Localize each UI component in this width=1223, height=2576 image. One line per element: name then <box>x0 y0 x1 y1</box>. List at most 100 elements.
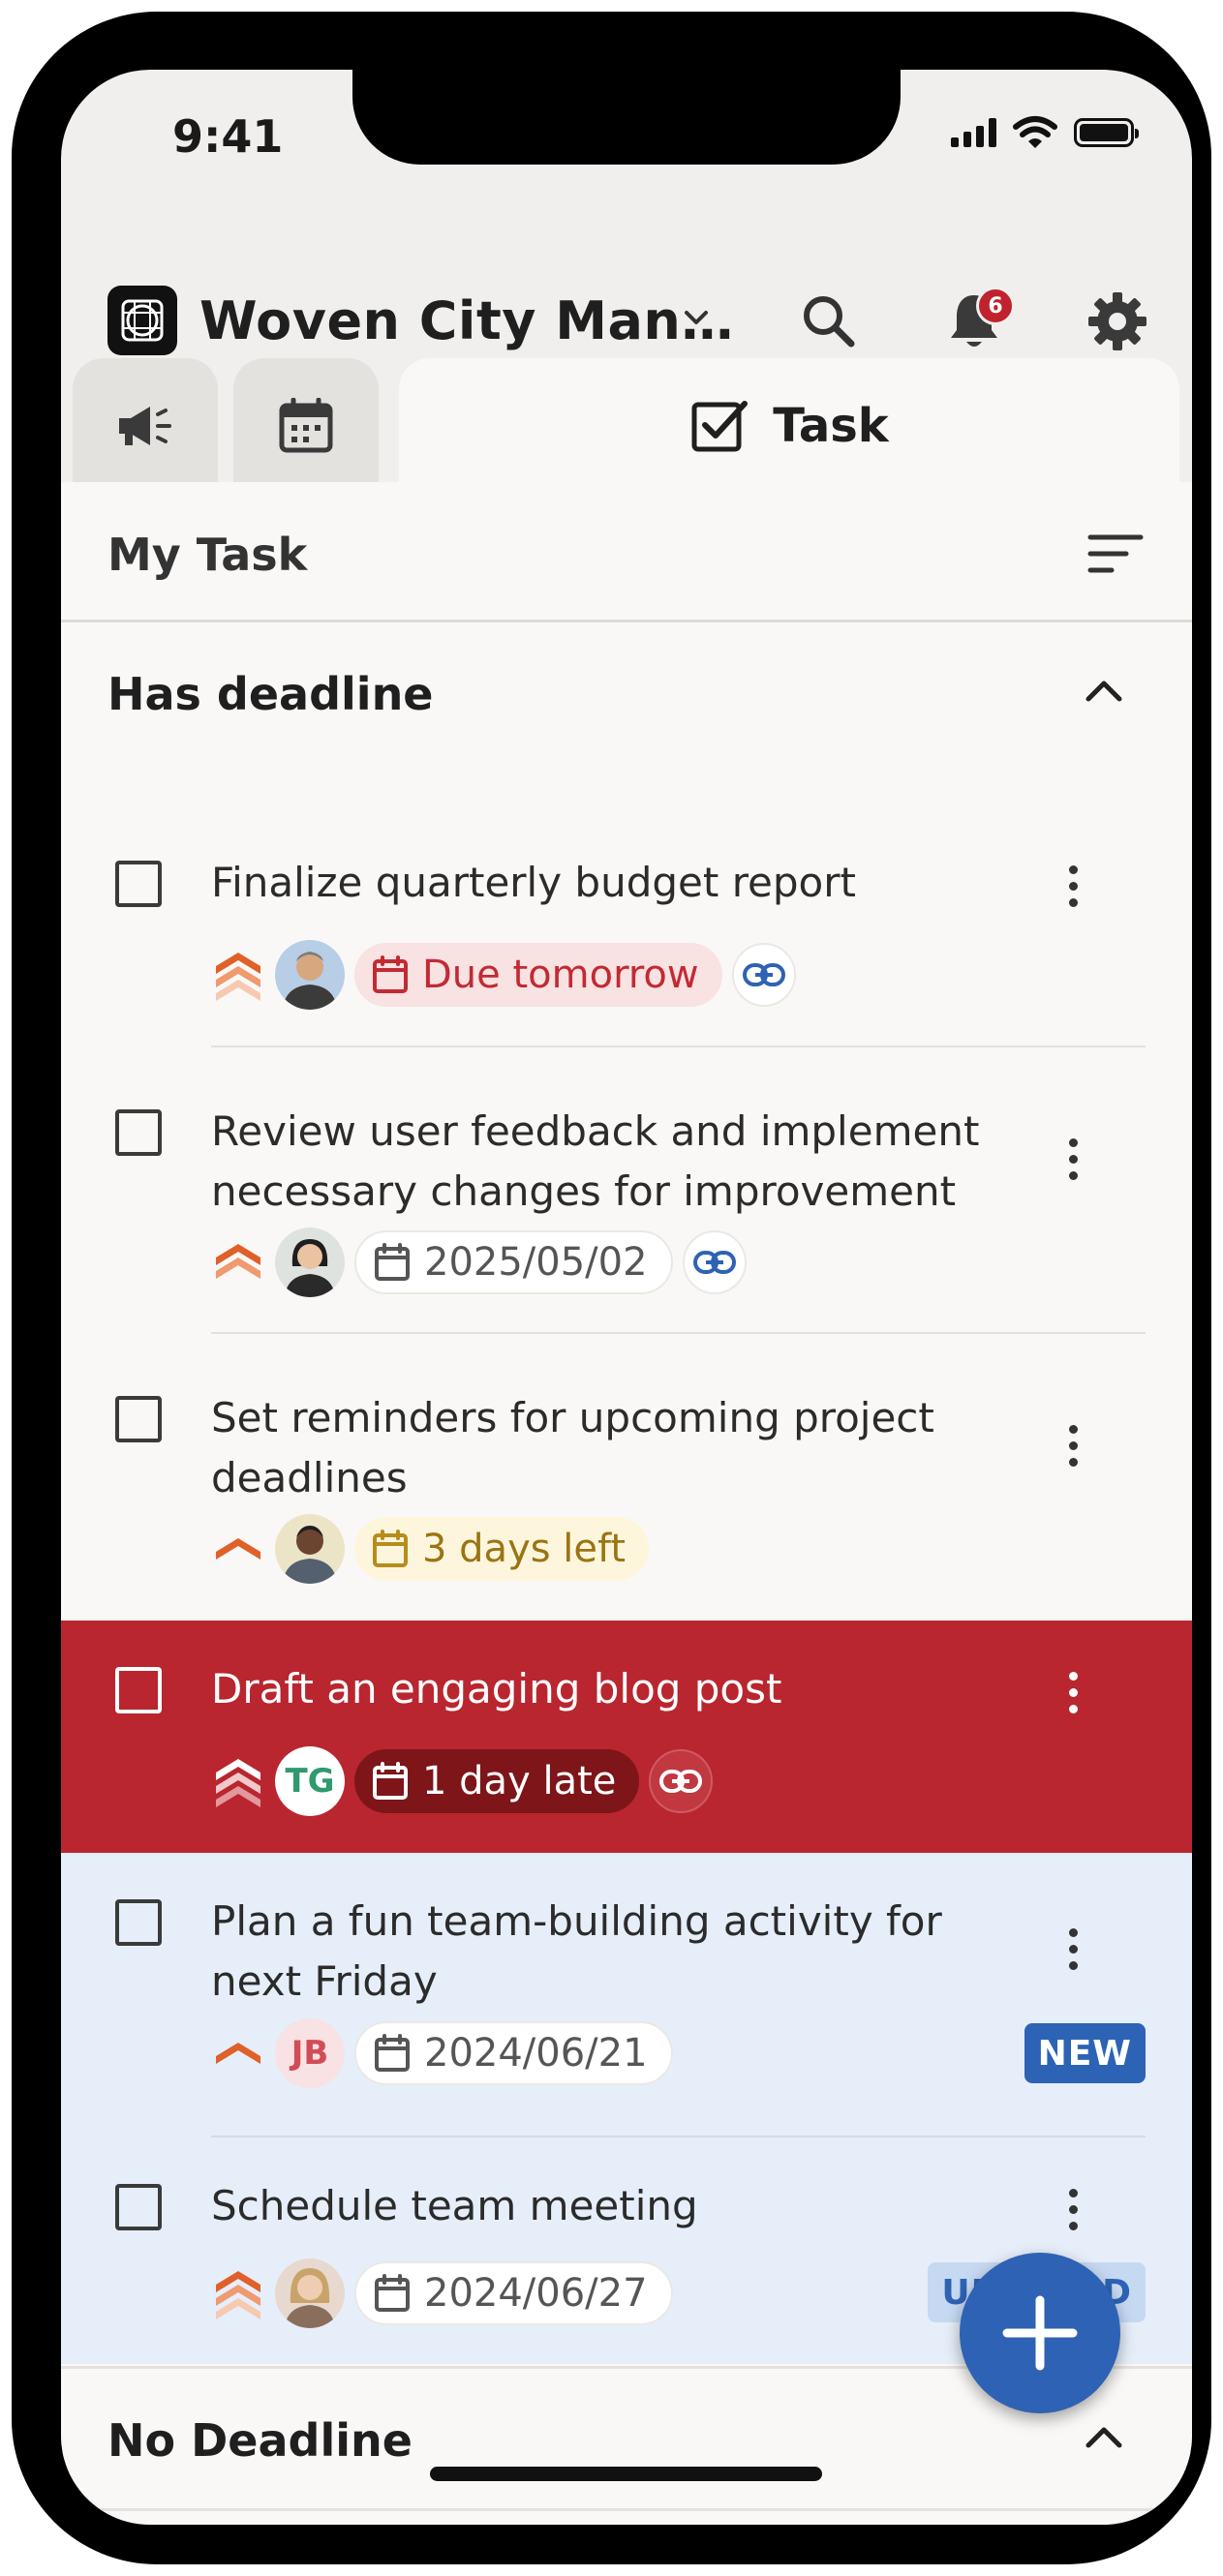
due-date-label: 1 day late <box>422 1759 617 1803</box>
calendar-icon <box>375 1243 410 1281</box>
task-meta: 3 days left <box>211 1514 650 1584</box>
home-indicator[interactable] <box>430 2467 822 2481</box>
tab-calendar[interactable] <box>233 358 379 494</box>
priority-medium-icon <box>216 1538 260 1560</box>
task-item[interactable]: Review user feedback and implement neces… <box>61 1047 1192 1334</box>
calendar-icon <box>375 2034 410 2072</box>
link-chip[interactable] <box>649 1749 714 1813</box>
priority-medium-icon <box>216 2043 260 2064</box>
due-date-pill[interactable]: 3 days left <box>354 1517 650 1581</box>
link-chip[interactable] <box>731 943 796 1007</box>
task-title[interactable]: Draft an engaging blog post <box>211 1659 1005 1719</box>
task-meta: 2024/06/27 <box>211 2258 673 2328</box>
priority-high-icon <box>216 1244 260 1279</box>
assignee-avatar[interactable]: TG <box>275 1746 345 1816</box>
task-item-overdue[interactable]: Draft an engaging blog post TG 1 day lat… <box>61 1621 1192 1853</box>
task-checkbox[interactable] <box>115 1396 162 1442</box>
assignee-avatar[interactable] <box>275 940 345 1010</box>
more-options-icon[interactable] <box>1069 1425 1078 1467</box>
link-icon <box>692 1251 736 1274</box>
tab-announcements[interactable] <box>73 358 218 494</box>
section-title-no-deadline: No Deadline <box>107 2414 413 2467</box>
due-date-label: 2025/05/02 <box>424 1240 648 1285</box>
due-date-pill[interactable]: Due tomorrow <box>354 943 722 1007</box>
task-checkbox[interactable] <box>115 1667 162 1713</box>
checkbox-icon <box>691 401 749 452</box>
section-has-deadline[interactable]: Has deadline <box>61 622 1192 760</box>
link-chip[interactable] <box>682 1230 747 1294</box>
due-date-label: Due tomorrow <box>422 953 699 997</box>
calendar-icon <box>373 955 408 993</box>
battery-icon <box>1074 118 1139 147</box>
due-date-label: 2024/06/21 <box>424 2031 648 2076</box>
megaphone-icon <box>119 407 171 445</box>
assignee-avatar[interactable] <box>275 1514 345 1584</box>
search-button[interactable] <box>792 285 866 358</box>
task-title[interactable]: Finalize quarterly budget report <box>211 853 1005 913</box>
gear-icon <box>1088 292 1147 350</box>
phone-screen: 9:41 Woven City Man… 6 Task My Task Has … <box>61 70 1192 2525</box>
priority-highest-icon <box>216 2271 260 2319</box>
section-title-has-deadline: Has deadline <box>107 668 434 720</box>
calendar-icon <box>375 2274 410 2312</box>
more-options-icon[interactable] <box>1069 865 1078 907</box>
more-options-icon[interactable] <box>1069 2189 1078 2230</box>
add-task-button[interactable] <box>960 2253 1120 2413</box>
task-checkbox[interactable] <box>115 1109 162 1156</box>
status-time: 9:41 <box>172 110 284 163</box>
plus-icon <box>1002 2295 1078 2371</box>
chevron-up-icon[interactable] <box>1085 676 1123 705</box>
task-item[interactable]: Finalize quarterly budget report Due tom… <box>61 760 1192 1047</box>
page-title: My Task <box>107 529 308 581</box>
notch <box>352 70 901 165</box>
tab-task-label: Task <box>773 399 889 453</box>
chevron-up-icon[interactable] <box>1085 2422 1123 2451</box>
cellular-signal-icon <box>951 118 996 147</box>
task-title[interactable]: Schedule team meeting <box>211 2176 1005 2236</box>
wifi-icon <box>1013 116 1057 148</box>
due-date-pill[interactable]: 2025/05/02 <box>354 1230 673 1294</box>
priority-highest-icon <box>216 1759 260 1807</box>
task-panel: My Task Has deadline Finalize quarterly … <box>61 482 1192 2525</box>
task-title[interactable]: Set reminders for upcoming project deadl… <box>211 1388 1005 1508</box>
search-icon <box>804 296 855 348</box>
device-frame: 9:41 Woven City Man… 6 Task My Task Has … <box>12 12 1211 2564</box>
task-item[interactable]: Set reminders for upcoming project deadl… <box>61 1334 1192 1621</box>
sort-icon[interactable] <box>1087 532 1144 575</box>
calendar-icon <box>279 398 333 453</box>
assignee-avatar[interactable] <box>275 2258 345 2328</box>
app-logo-icon[interactable] <box>107 286 177 355</box>
app-header: Woven City Man… 6 <box>61 225 1192 360</box>
task-meta: JB 2024/06/21 <box>211 2018 673 2088</box>
calendar-icon <box>373 1762 408 1800</box>
more-options-icon[interactable] <box>1069 1138 1078 1180</box>
my-task-header: My Task <box>61 482 1192 622</box>
due-date-pill[interactable]: 1 day late <box>354 1749 640 1813</box>
link-icon <box>659 1770 703 1793</box>
calendar-icon <box>373 1530 408 1567</box>
app-title[interactable]: Woven City Man… <box>199 290 734 351</box>
due-date-label: 2024/06/27 <box>424 2271 648 2316</box>
task-item-new[interactable]: Plan a fun team-building activity for ne… <box>61 1853 1192 2137</box>
task-meta: Due tomorrow <box>211 940 796 1010</box>
due-date-pill[interactable]: 2024/06/21 <box>354 2021 673 2085</box>
task-checkbox[interactable] <box>115 1899 162 1946</box>
task-title[interactable]: Plan a fun team-building activity for ne… <box>211 1892 1005 2012</box>
priority-highest-icon <box>216 953 260 1001</box>
new-badge: NEW <box>1024 2023 1146 2083</box>
task-meta: 2025/05/02 <box>211 1227 747 1297</box>
due-date-pill[interactable]: 2024/06/27 <box>354 2261 673 2325</box>
due-date-label: 3 days left <box>422 1527 627 1571</box>
assignee-avatar[interactable] <box>275 1227 345 1297</box>
task-checkbox[interactable] <box>115 2184 162 2230</box>
settings-button[interactable] <box>1081 285 1154 358</box>
notifications-button[interactable]: 6 <box>937 285 1015 358</box>
tab-task[interactable]: Task <box>399 358 1179 494</box>
task-checkbox[interactable] <box>115 861 162 907</box>
more-options-icon[interactable] <box>1069 1672 1078 1713</box>
more-options-icon[interactable] <box>1069 1928 1078 1970</box>
chevron-down-icon[interactable] <box>681 302 712 333</box>
task-title[interactable]: Review user feedback and implement neces… <box>211 1102 1005 1222</box>
assignee-avatar[interactable]: JB <box>275 2018 345 2088</box>
link-icon <box>742 963 785 986</box>
